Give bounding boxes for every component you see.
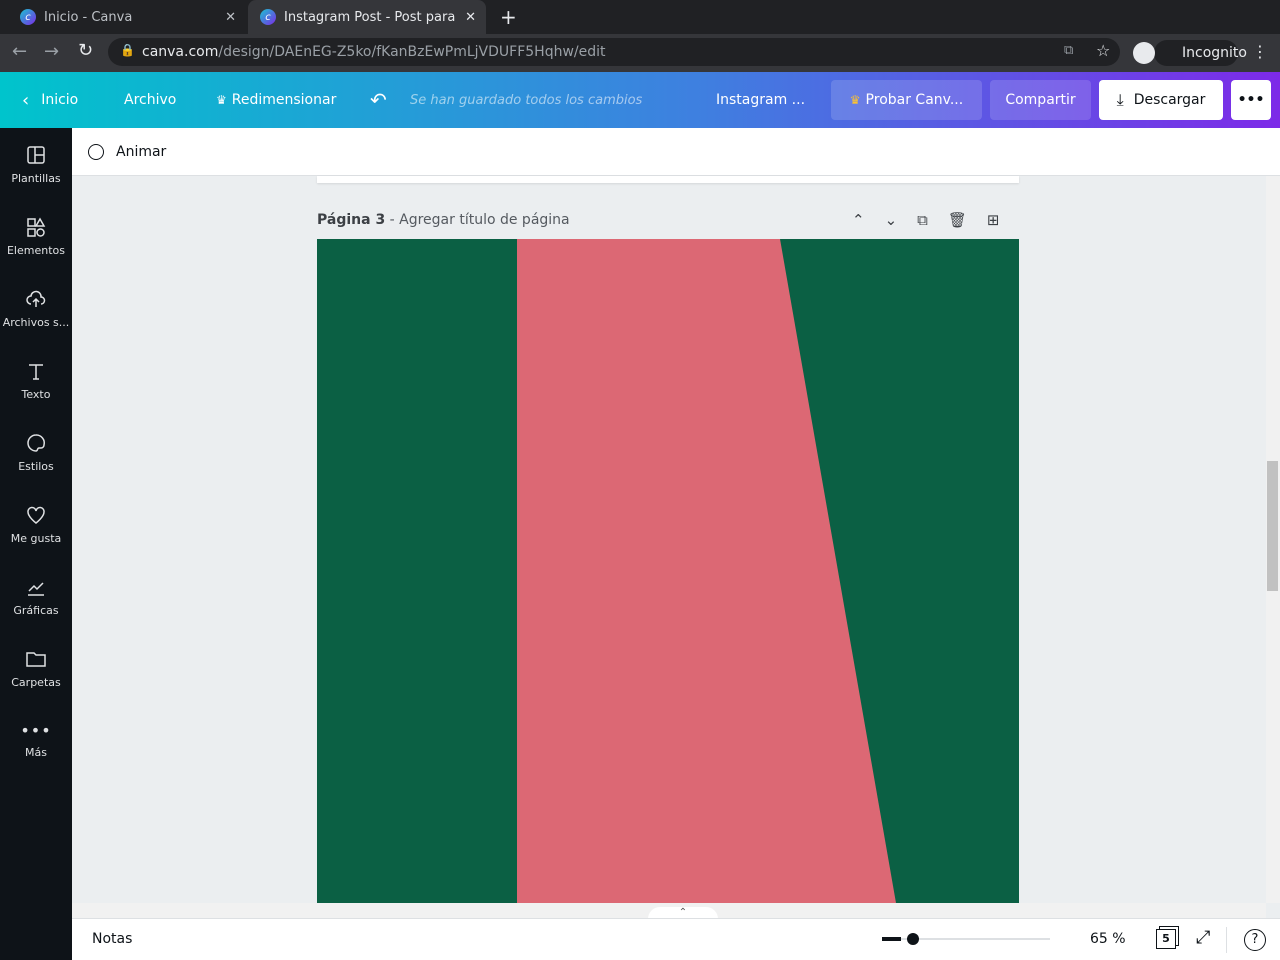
divider [1226,927,1227,953]
page-number: Página 3 [317,212,386,228]
reload-icon[interactable]: ↻ [78,40,93,61]
url-path: /design/DAEnEG-Z5ko/fKanBzEwPmLjVDUFF5Hq… [218,44,606,60]
sidebar-item-text[interactable]: Texto [0,344,72,416]
download-icon: ⤓ [1116,90,1124,109]
crown-icon: ♛ [216,93,227,107]
tab-title: Inicio - Canva [44,9,133,25]
sidebar-item-charts[interactable]: Gráficas [0,560,72,632]
menu-icon[interactable]: ⋮ [1252,42,1268,61]
close-tab-icon[interactable]: ✕ [225,10,236,25]
zoom-level[interactable]: 65 % [1090,931,1126,947]
resize-label: Redimensionar [231,92,337,108]
profile-label: Incognito [1182,45,1247,61]
sidebar-label: Archivos s... [2,315,70,329]
download-label: Descargar [1133,92,1206,108]
tab-title: Instagram Post - Post para [284,9,456,25]
sidebar-label: Me gusta [10,531,62,545]
back-icon[interactable]: ← [12,41,27,62]
canva-favicon-icon: c [260,9,276,25]
layout-icon [27,145,45,164]
notes-button[interactable]: Notas [92,931,132,947]
fullscreen-icon[interactable]: ⤢ [1196,927,1210,948]
sidebar-item-folders[interactable]: Carpetas [0,632,72,704]
add-page-icon[interactable]: ⊞ [987,211,1000,229]
translate-icon[interactable]: ⧉ [1064,43,1073,58]
sidebar-label: Plantillas [11,171,61,185]
design-name[interactable]: Instagram ... [716,72,805,128]
text-icon [29,363,43,380]
save-status: Se han guardado todos los cambios [410,92,643,108]
move-page-down-icon[interactable]: ⌄ [885,211,898,229]
address-bar[interactable]: 🔒 canva.com/design/DAEnEG-Z5ko/fKanBzEwP… [108,38,1120,66]
lock-icon: 🔒 [120,43,135,57]
sidebar-item-likes[interactable]: Me gusta [0,488,72,560]
forward-icon[interactable]: → [44,41,59,62]
context-toolbar: Animar [72,128,1280,176]
bookmark-star-icon[interactable]: ☆ [1096,41,1110,60]
share-button[interactable]: Compartir [990,80,1091,120]
move-page-up-icon[interactable]: ⌃ [852,211,865,229]
zoom-slider-thumb[interactable] [906,933,919,945]
sidebar: Plantillas Elementos Archivos s... Texto… [0,128,72,960]
sidebar-item-elements[interactable]: Elementos [0,200,72,272]
download-button[interactable]: ⤓ Descargar [1099,80,1223,120]
animate-icon [88,143,104,160]
help-icon[interactable]: ? [1244,929,1266,951]
sidebar-label: Estilos [18,459,54,473]
browser-tab[interactable]: c Inicio - Canva ✕ [8,0,246,34]
sidebar-label: Carpetas [11,675,61,689]
sidebar-item-uploads[interactable]: Archivos s... [0,272,72,344]
more-options-button[interactable]: ••• [1231,80,1271,120]
more-icon: ••• [20,721,52,740]
sidebar-item-styles[interactable]: Estilos [0,416,72,488]
palette-icon [27,433,45,452]
scrollbar-thumb[interactable] [1267,461,1278,591]
incognito-badge[interactable]: Incognito [1154,40,1247,66]
sidebar-item-more[interactable]: ••• Más [0,704,72,776]
animate-label: Animar [116,143,167,160]
incognito-icon [1133,42,1155,64]
browser-tab-bar: c Inicio - Canva ✕ c Instagram Post - Post … [0,0,1280,34]
new-tab-icon[interactable]: + [500,5,517,29]
footer-bar: Notas 65 % 5 ⤢ ? [72,918,1280,960]
sidebar-label: Gráficas [13,603,59,617]
zoom-slider[interactable] [882,933,1050,945]
zoom-slider-fill [882,937,901,941]
file-button[interactable]: Archivo [124,72,176,128]
home-button[interactable]: ‹ Inicio [22,72,78,128]
folder-icon [26,651,46,667]
close-tab-icon[interactable]: ✕ [465,10,476,25]
url-host: canva.com [142,44,219,60]
previous-page-bottom [317,176,1019,183]
try-pro-button[interactable]: ♛ Probar Canv... [831,80,982,120]
canva-favicon-icon: c [20,9,36,25]
chevron-left-icon: ‹ [22,89,30,111]
editor-header: ‹ Inicio Archivo ♛ Redimensionar ↶ Se han … [0,72,1280,128]
crown-icon: ♛ [849,93,861,107]
duplicate-page-icon[interactable]: ⧉ [917,211,928,229]
design-canvas[interactable] [317,239,1019,903]
delete-page-icon[interactable]: 🗑 [948,211,967,229]
try-pro-label: Probar Canv... [865,92,964,108]
sidebar-label: Elementos [6,243,65,257]
heart-icon [27,506,45,524]
shapes-icon [27,216,46,237]
animate-button[interactable]: Animar [88,143,167,160]
browser-tab-active[interactable]: c Instagram Post - Post para ✕ [248,0,486,34]
page-header: Página 3 - Agregar título de página [317,212,570,228]
page-actions: ⌃ ⌄ ⧉ 🗑 ⊞ [852,211,1000,229]
home-label: Inicio [41,92,79,108]
page-title-input[interactable]: - Agregar título de página [390,212,570,228]
resize-button[interactable]: ♛ Redimensionar [216,72,336,128]
vertical-scrollbar[interactable] [1266,176,1280,903]
cloud-upload-icon [26,290,46,307]
undo-icon[interactable]: ↶ [370,72,387,128]
sidebar-label: Más [25,746,47,759]
chart-icon [28,581,44,596]
sidebar-label: Texto [21,387,51,401]
sidebar-item-templates[interactable]: Plantillas [0,128,72,200]
page-grid-button[interactable]: 5 [1156,929,1176,949]
